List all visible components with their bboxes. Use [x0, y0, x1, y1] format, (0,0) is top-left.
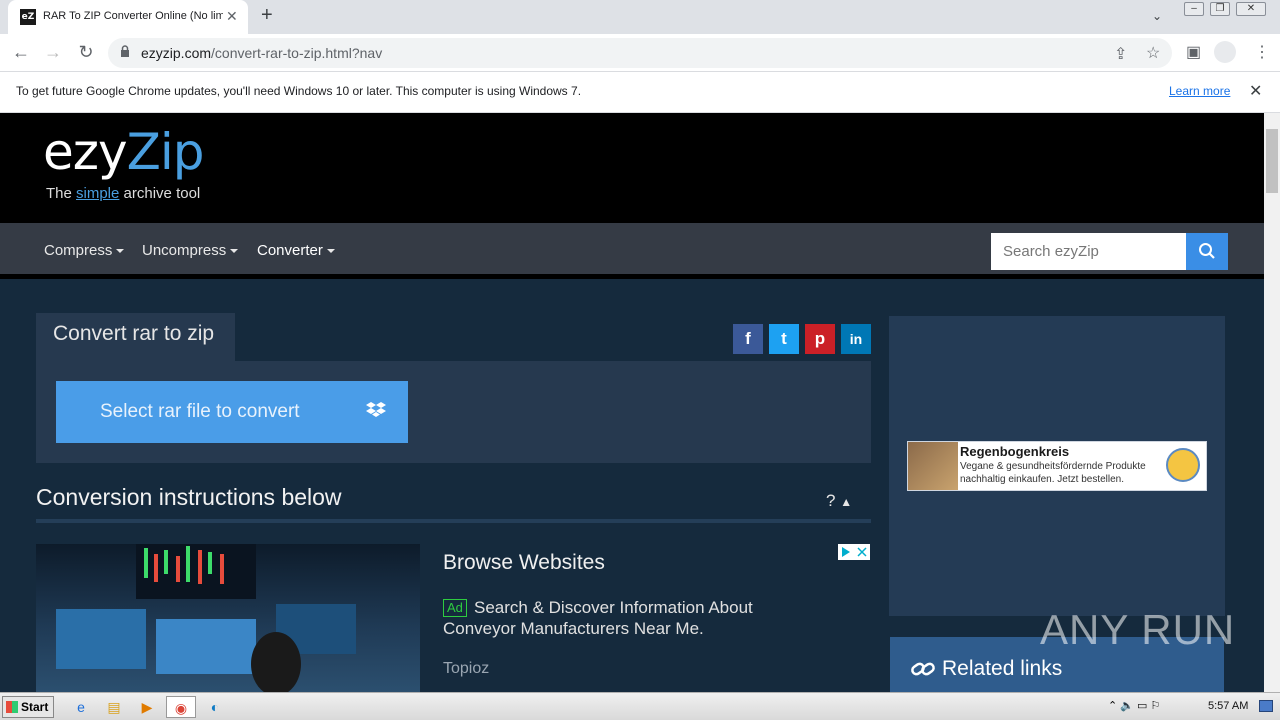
chevron-down-icon[interactable]: ⌄ — [1152, 9, 1162, 23]
minimize-icon[interactable]: – — [1184, 2, 1204, 16]
browser-tab[interactable]: eZ RAR To ZIP Converter Online (No limit… — [8, 0, 248, 34]
sidebar-ad-text: Vegane & gesundheitsfördernde Produkte n… — [960, 461, 1146, 485]
browser-toolbar: ← → ↻ ezyzip.com/convert-rar-to-zip.html… — [0, 34, 1280, 72]
site-tagline: The simple archive tool — [46, 185, 201, 202]
lock-icon — [121, 45, 129, 57]
ad-description[interactable]: Search & Discover Information About Conv… — [443, 597, 803, 639]
ad-badge: Ad — [443, 599, 467, 617]
ie-icon[interactable]: e — [68, 696, 94, 718]
media-player-icon[interactable]: ▶ — [134, 696, 160, 718]
nav-uncompress[interactable]: Uncompress — [142, 242, 239, 259]
update-infobar: To get future Google Chrome updates, you… — [0, 72, 1280, 113]
tray-icons[interactable]: ⌃ 🔈 ▭ ⚐ — [1108, 699, 1160, 712]
sidebar-ad-image — [908, 442, 958, 490]
site-header: ezyZip The simple archive tool — [0, 113, 1264, 223]
select-file-button[interactable]: Select rar file to convert — [56, 381, 408, 443]
forward-icon[interactable]: → — [42, 42, 64, 63]
tab-strip: eZ RAR To ZIP Converter Online (No limit… — [0, 0, 1280, 34]
link-icon — [911, 662, 935, 676]
site-logo[interactable]: ezyZip — [43, 123, 204, 181]
related-links-label: Related links — [942, 657, 1063, 680]
search-input[interactable] — [991, 233, 1186, 270]
start-button[interactable]: Start — [2, 696, 54, 718]
window-close-icon[interactable]: ✕ — [1236, 2, 1266, 16]
menu-icon[interactable]: ⋮ — [1254, 42, 1270, 62]
side-panel-icon[interactable]: ▣ — [1186, 42, 1201, 62]
url-text: ezyzip.com/convert-rar-to-zip.html?nav — [141, 45, 383, 61]
show-desktop-icon[interactable] — [1259, 700, 1273, 712]
chrome-icon[interactable]: ◉ — [166, 696, 196, 718]
trading-screens-image — [56, 544, 356, 692]
restore-icon[interactable]: ❐ — [1210, 2, 1230, 16]
scrollbar-thumb[interactable] — [1266, 129, 1278, 193]
close-tab-icon[interactable]: ✕ — [226, 8, 238, 25]
search-button[interactable] — [1186, 233, 1228, 270]
pinterest-icon[interactable]: p — [805, 324, 835, 354]
page-scrollbar[interactable] — [1264, 113, 1280, 692]
learn-more-link[interactable]: Learn more — [1169, 84, 1230, 98]
windows-taskbar: Start e ▤ ▶ ◉ ◐ ⌃ 🔈 ▭ ⚐ 5:57 AM — [0, 692, 1280, 720]
edge-icon[interactable]: ◐ — [202, 696, 228, 718]
profile-icon[interactable] — [1214, 41, 1236, 63]
favicon-icon: eZ — [20, 9, 36, 25]
select-file-label: Select rar file to convert — [100, 401, 300, 422]
clock[interactable]: 5:57 AM — [1208, 700, 1248, 712]
anyrun-watermark: ANY RUN — [1040, 606, 1236, 653]
address-bar[interactable]: ezyzip.com/convert-rar-to-zip.html?nav ⇪… — [108, 38, 1172, 68]
explorer-icon[interactable]: ▤ — [101, 696, 127, 718]
divider — [36, 519, 871, 523]
convert-title: Convert rar to zip — [53, 322, 215, 345]
ad-close-icon — [842, 547, 867, 557]
dropbox-icon[interactable] — [366, 402, 386, 420]
close-icon[interactable]: ✕ — [1249, 81, 1262, 101]
seal-icon — [1166, 448, 1200, 482]
bookmark-star-icon[interactable]: ☆ — [1146, 43, 1160, 63]
adchoices-icon[interactable] — [838, 544, 870, 560]
instructions-toggle[interactable]: ? ▲ — [826, 491, 852, 511]
instructions-heading: Conversion instructions below — [36, 484, 342, 510]
new-tab-icon[interactable]: + — [261, 4, 273, 27]
convert-tab: Convert rar to zip — [36, 313, 235, 361]
search-icon — [1199, 243, 1215, 259]
infobar-message: To get future Google Chrome updates, you… — [16, 84, 582, 98]
site-navbar: Compress Uncompress Converter — [0, 223, 1264, 279]
sidebar-ad-title: Regenbogenkreis — [960, 444, 1070, 459]
caret-up-icon: ▲ — [840, 495, 853, 509]
ad-image[interactable] — [36, 544, 420, 692]
twitter-icon[interactable]: t — [769, 324, 799, 354]
ad-source[interactable]: Topioz — [443, 660, 489, 678]
reload-icon[interactable]: ↻ — [75, 42, 97, 63]
linkedin-icon[interactable]: in — [841, 324, 871, 354]
tab-title: RAR To ZIP Converter Online (No limit — [43, 10, 223, 22]
nav-compress[interactable]: Compress — [44, 242, 125, 259]
back-icon[interactable]: ← — [10, 42, 32, 63]
windows-logo-icon — [6, 701, 18, 713]
facebook-icon[interactable]: f — [733, 324, 763, 354]
ad-title[interactable]: Browse Websites — [443, 551, 605, 575]
sidebar-ad[interactable]: Regenbogenkreis Vegane & gesundheitsförd… — [907, 441, 1207, 491]
share-icon[interactable]: ⇪ — [1114, 44, 1127, 64]
nav-converter[interactable]: Converter — [257, 242, 335, 259]
